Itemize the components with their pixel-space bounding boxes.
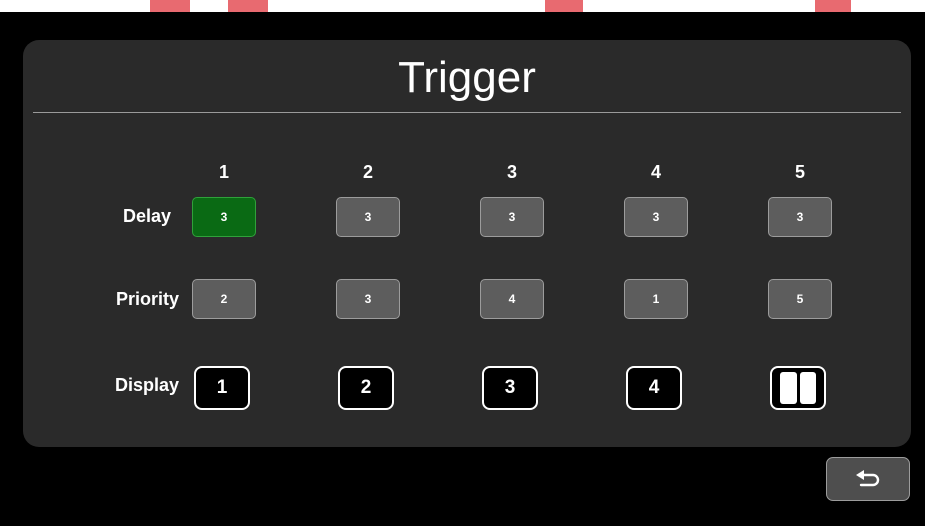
- display-button-2[interactable]: 2: [338, 366, 394, 410]
- column-header-4: 4: [650, 162, 661, 182]
- decoration-mark: [228, 0, 268, 12]
- column-header-2: 2: [362, 162, 373, 182]
- priority-label: Priority: [115, 289, 179, 309]
- display-button-4[interactable]: 4: [626, 366, 682, 410]
- back-button[interactable]: [826, 457, 910, 501]
- column-header-1: 1: [218, 162, 229, 182]
- delay-button-1[interactable]: 3: [192, 197, 256, 237]
- split-screen-icon: [780, 372, 816, 404]
- settings-panel: Trigger 1 2 3 4 5 Delay 3 3 3 3 3 Priori…: [23, 40, 911, 447]
- priority-button-4[interactable]: 1: [624, 279, 688, 319]
- delay-label: Delay: [122, 206, 171, 226]
- column-header-3: 3: [506, 162, 517, 182]
- display-label: Display: [114, 375, 179, 395]
- delay-button-4[interactable]: 3: [624, 197, 688, 237]
- display-button-1[interactable]: 1: [194, 366, 250, 410]
- decoration-mark: [545, 0, 583, 12]
- priority-button-3[interactable]: 4: [480, 279, 544, 319]
- trigger-screen: Trigger 1 2 3 4 5 Delay 3 3 3 3 3 Priori…: [0, 0, 925, 526]
- decoration-mark: [815, 0, 851, 12]
- delay-button-2[interactable]: 3: [336, 197, 400, 237]
- display-split-button[interactable]: [770, 366, 826, 410]
- title-divider: [33, 112, 901, 113]
- display-button-3[interactable]: 3: [482, 366, 538, 410]
- delay-button-3[interactable]: 3: [480, 197, 544, 237]
- priority-button-5[interactable]: 5: [768, 279, 832, 319]
- priority-button-2[interactable]: 3: [336, 279, 400, 319]
- column-header-5: 5: [794, 162, 805, 182]
- top-decoration-strip: [0, 0, 925, 12]
- back-arrow-icon: [856, 470, 880, 487]
- decoration-mark: [150, 0, 190, 12]
- page-title: Trigger: [398, 53, 536, 102]
- priority-button-1[interactable]: 2: [192, 279, 256, 319]
- delay-button-5[interactable]: 3: [768, 197, 832, 237]
